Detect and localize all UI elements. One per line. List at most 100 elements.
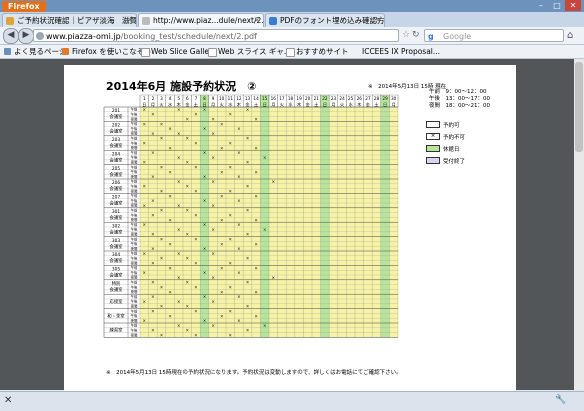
unavailable-mark: × — [229, 333, 233, 338]
room-name-label: 会議室 — [110, 272, 124, 279]
day-number-label: 27 — [365, 96, 371, 101]
url-bar[interactable]: www.piazza-omi.jp/booking_test/schedule/… — [33, 29, 399, 42]
wrench-icon[interactable]: 🔧 — [555, 395, 566, 405]
close-tab-icon[interactable]: × — [127, 14, 133, 27]
unavailable-mark: × — [186, 184, 190, 189]
close-window-icon[interactable]: ✕ — [565, 0, 581, 11]
day-number-label: 12 — [236, 96, 242, 101]
room-name-label: 会議室 — [110, 286, 124, 293]
page-icon — [141, 48, 150, 57]
home-icon[interactable]: ⌂ — [567, 30, 573, 41]
close-addon-bar-icon[interactable]: ✕ — [4, 395, 12, 406]
unavailable-mark: × — [220, 289, 224, 294]
unavailable-mark: × — [263, 323, 267, 328]
room-name-label: 会議室 — [110, 200, 124, 207]
reload-icon[interactable]: ↻ — [412, 30, 420, 40]
unavailable-mark: × — [246, 160, 250, 165]
day-number-label: 3 — [160, 96, 163, 101]
forward-button[interactable]: ▶ — [18, 28, 34, 44]
day-number-label: 26 — [357, 96, 363, 101]
unavailable-mark: × — [203, 270, 207, 275]
back-button[interactable]: ◀ — [3, 28, 19, 44]
slot-label: 夜間 — [131, 275, 138, 280]
bookmark-iccees[interactable]: ICCEES IX Proposal... — [352, 45, 440, 58]
unavailable-mark: × — [237, 126, 241, 131]
day-number-label: 24 — [339, 96, 345, 101]
close-tab-icon[interactable]: × — [254, 14, 260, 27]
search-bar[interactable]: g Google — [424, 29, 564, 42]
tab-label: PDFのフォント埋め込み確認方法 — [280, 16, 385, 25]
unavailable-mark: × — [160, 121, 164, 126]
unavailable-mark: × — [186, 117, 190, 122]
unavailable-mark: × — [246, 304, 250, 309]
unavailable-mark: × — [254, 169, 258, 174]
bookmark-star-icon[interactable]: ☆ — [402, 30, 410, 40]
tab-label: ご予約状況確認｜ピアザ淡海 滋賀... — [17, 16, 137, 25]
firefox-menu-button[interactable]: Firefox — [2, 1, 46, 12]
unavailable-mark: × — [246, 232, 250, 237]
unavailable-mark: × — [203, 198, 207, 203]
day-number-label: 4 — [169, 96, 172, 101]
slot-label: 午前 — [131, 222, 138, 227]
weekday-label: 土 — [254, 101, 258, 107]
day-number-label: 15 — [262, 96, 268, 101]
bookmark-label: よく見るページ — [14, 47, 67, 56]
day-number-label: 18 — [288, 96, 294, 101]
unavailable-mark: × — [194, 165, 198, 170]
day-number-label: 8 — [203, 96, 206, 101]
slot-label: 午前 — [131, 164, 138, 169]
unavailable-mark: × — [151, 328, 155, 333]
room-number-label: 301 — [112, 209, 120, 215]
unavailable-mark: × — [194, 285, 198, 290]
bookmark-web-slice-ja[interactable]: Web スライス ギャ... — [208, 45, 291, 58]
unavailable-mark: × — [211, 251, 215, 256]
site-favicon-icon — [269, 17, 277, 25]
scrollbar[interactable] — [574, 59, 584, 390]
maximize-icon[interactable]: □ — [549, 0, 565, 11]
room-name-label: 会議室 — [110, 185, 124, 192]
bookmark-web-slice-gallery[interactable]: Web Slice Gallery — [141, 45, 217, 58]
pdf-viewer[interactable]: 2014年6月 施設予約状況 ② ※ 2014年5月13日 15時 現在 午前 … — [0, 59, 584, 395]
browser-window: Firefox – □ ✕ ご予約状況確認｜ピアザ淡海 滋賀... × http… — [0, 0, 584, 411]
unavailable-mark: × — [186, 160, 190, 165]
unavailable-mark: × — [220, 313, 224, 318]
unavailable-mark: × — [143, 270, 147, 275]
unavailable-mark: × — [229, 141, 233, 146]
bookmark-folder-icon — [4, 48, 11, 55]
room-name-label: 会議室 — [110, 156, 124, 163]
unavailable-mark: × — [151, 309, 155, 314]
room-number-label: 305 — [112, 267, 120, 273]
unavailable-mark: × — [160, 285, 164, 290]
room-number-label: 203 — [112, 137, 120, 143]
room-number-label: 202 — [112, 123, 120, 129]
tab-booking-status[interactable]: ご予約状況確認｜ピアザ淡海 滋賀... × — [2, 13, 137, 27]
bookmark-most-visited[interactable]: よく見るページ — [4, 45, 66, 58]
unavailable-mark: × — [211, 131, 215, 136]
unavailable-mark: × — [263, 227, 267, 232]
unavailable-mark: × — [220, 169, 224, 174]
unavailable-mark: × — [211, 117, 215, 122]
tab-pdf[interactable]: http://www.piaz...dule/next/2.pdf × — [138, 13, 264, 27]
close-tab-icon[interactable]: × — [375, 14, 381, 27]
unavailable-mark: × — [254, 217, 258, 222]
bookmark-firefox-guide[interactable]: Firefox を使いこなそう — [62, 45, 152, 58]
slot-label: 夜間 — [131, 145, 138, 150]
unavailable-mark: × — [143, 184, 147, 189]
scrollbar-thumb[interactable] — [575, 62, 583, 152]
bookmark-recommended[interactable]: おすすめサイト — [286, 45, 349, 58]
unavailable-mark: × — [229, 165, 233, 170]
unavailable-mark: × — [143, 141, 147, 146]
slot-label: 午前 — [131, 294, 138, 299]
slot-label: 午前 — [131, 121, 138, 126]
weekday-label: 土 — [374, 101, 378, 107]
unavailable-mark: × — [254, 117, 258, 122]
slot-label: 午後 — [131, 126, 138, 131]
minimize-icon[interactable]: – — [533, 0, 549, 11]
unavailable-mark: × — [246, 136, 250, 141]
unavailable-mark: × — [186, 304, 190, 309]
day-number-label: 13 — [245, 96, 251, 101]
bookmark-label: Web Slice Gallery — [151, 47, 217, 56]
tab-pdf-font[interactable]: PDFのフォント埋め込み確認方法 × — [265, 13, 385, 27]
slot-label: 午後 — [131, 140, 138, 145]
url-host: www.piazza-omi.jp — [46, 32, 121, 41]
